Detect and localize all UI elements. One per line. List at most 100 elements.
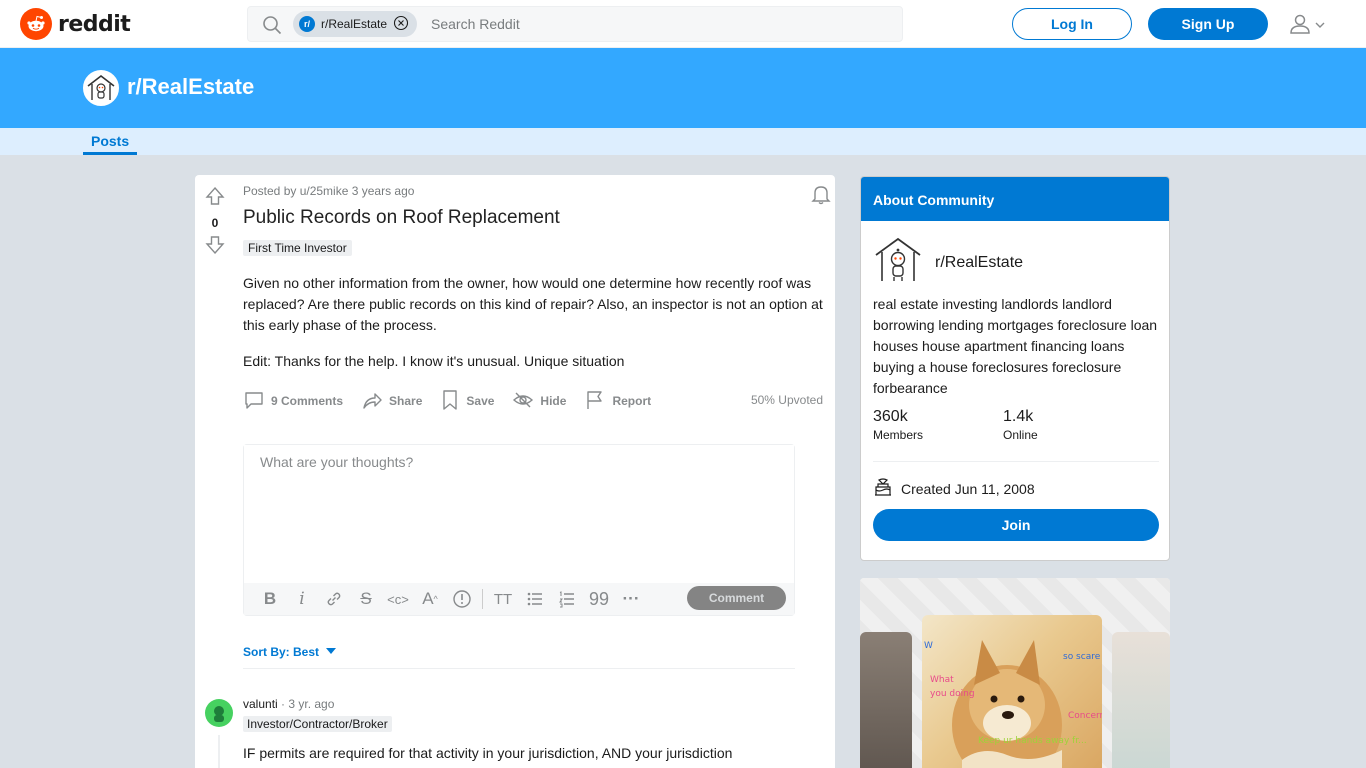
meme-caption: What (930, 675, 954, 685)
more-icon[interactable]: ··· (615, 585, 647, 613)
comment-icon (243, 389, 265, 414)
about-subreddit-name: r/RealEstate (935, 253, 1024, 271)
share-label: Share (389, 394, 423, 408)
vote-count: 0 (211, 216, 219, 230)
heading-icon[interactable]: TT (487, 585, 519, 613)
subreddit-nav: Posts (0, 128, 1366, 155)
members-label: Members (873, 428, 924, 442)
comments-button[interactable]: 9 Comments (243, 389, 343, 414)
search-input[interactable] (431, 7, 891, 41)
sort-divider (243, 668, 795, 669)
chevron-down-icon (1314, 18, 1326, 36)
subreddit-banner: r/RealEstate (0, 48, 1366, 128)
online-stat: 1.4k Online (1003, 408, 1038, 442)
post-flair[interactable]: First Time Investor (243, 240, 352, 256)
comment-author[interactable]: valunti (243, 697, 278, 711)
toolbar-divider (482, 589, 483, 609)
search-scope-label: r/RealEstate (321, 17, 388, 31)
reddit-snoo-icon (20, 8, 52, 40)
reddit-logo[interactable]: reddit (20, 8, 131, 40)
online-label: Online (1003, 428, 1038, 442)
about-community-title: About Community (861, 177, 1169, 221)
comment-submit-button[interactable]: Comment (687, 586, 786, 610)
report-label: Report (612, 394, 652, 408)
close-icon[interactable] (393, 15, 409, 34)
cake-icon (873, 477, 893, 500)
subreddit-title[interactable]: r/RealEstate (127, 74, 254, 100)
comment-input[interactable] (244, 445, 794, 583)
join-button[interactable]: Join (873, 509, 1159, 541)
save-button[interactable]: Save (440, 389, 494, 414)
login-button[interactable]: Log In (1012, 8, 1132, 40)
members-stat: 360k Members (873, 408, 923, 442)
meme-caption: Keep ur hands away fr... (978, 736, 1087, 746)
about-divider (873, 461, 1159, 462)
caret-down-icon (325, 645, 337, 659)
spoiler-icon[interactable] (446, 585, 478, 613)
meme-caption: so scare (1063, 652, 1101, 662)
meme-caption: W (924, 641, 933, 651)
bell-icon[interactable] (810, 183, 832, 210)
meme-caption: you doing (930, 689, 975, 699)
doge-meme-image: W so scare What you doing Concern Keep u… (922, 615, 1102, 768)
created-date: Created Jun 11, 2008 (873, 477, 1035, 500)
user-menu-dropdown[interactable] (1288, 12, 1326, 41)
sort-dropdown[interactable]: Sort By: Best (243, 645, 337, 659)
logo-text: reddit (58, 11, 131, 37)
search-bar[interactable]: r/ r/RealEstate (247, 6, 903, 42)
upvote-icon[interactable] (204, 186, 226, 211)
numbered-list-icon[interactable] (551, 585, 583, 613)
search-icon (262, 15, 282, 40)
subreddit-house-icon (83, 70, 119, 106)
promo-image-left (860, 632, 912, 768)
share-icon (361, 389, 383, 414)
online-count: 1.4k (1003, 408, 1034, 425)
avatar[interactable] (205, 699, 233, 727)
about-community-card: About Community r/RealEstate real estate… (860, 176, 1170, 561)
report-button[interactable]: Report (584, 389, 651, 414)
post-body-paragraph: Given no other information from the owne… (243, 275, 823, 333)
members-count: 360k (873, 408, 908, 425)
promo-carousel[interactable]: W so scare What you doing Concern Keep u… (860, 578, 1170, 768)
hide-label: Hide (540, 394, 567, 408)
comment-text: IF permits are required for that activit… (243, 745, 733, 761)
share-button[interactable]: Share (361, 389, 422, 414)
comment-time[interactable]: 3 yr. ago (288, 697, 334, 711)
bold-icon[interactable]: B (254, 585, 286, 613)
link-icon[interactable] (318, 585, 350, 613)
strikethrough-icon[interactable]: S (350, 585, 382, 613)
comment-author-line: valunti · 3 yr. ago (243, 697, 335, 711)
subreddit-house-icon (873, 235, 923, 290)
post-actions: 9 Comments Share Save Hide Report 50% Up… (243, 389, 823, 413)
flag-icon (584, 389, 606, 414)
comment-flair: Investor/Contractor/Broker (243, 716, 392, 732)
about-subreddit[interactable]: r/RealEstate (873, 235, 1023, 290)
post-body: Given no other information from the owne… (243, 273, 823, 387)
eye-slash-icon (512, 389, 534, 414)
hide-button[interactable]: Hide (512, 389, 566, 414)
upvote-ratio: 50% Upvoted (750, 393, 823, 407)
community-description: real estate investing landlords landlord… (873, 296, 1158, 396)
quote-icon[interactable]: 99 (583, 585, 615, 613)
signup-button[interactable]: Sign Up (1148, 8, 1268, 40)
tab-posts[interactable]: Posts (83, 128, 138, 155)
save-label: Save (466, 394, 495, 408)
post-meta: Posted by u/25mike 3 years ago (243, 184, 415, 198)
downvote-icon[interactable] (204, 236, 226, 260)
search-scope-chip[interactable]: r/ r/RealEstate (293, 11, 418, 37)
created-text: Created Jun 11, 2008 (901, 480, 1035, 497)
superscript-icon[interactable]: A ^ (414, 585, 446, 613)
post-title: Public Records on Roof Replacement (243, 207, 560, 228)
top-header: reddit r/ r/RealEstate Log In Sign Up (0, 0, 1366, 48)
italic-icon[interactable]: i (286, 585, 318, 613)
promo-image-right (1112, 632, 1170, 768)
bulleted-list-icon[interactable] (519, 585, 551, 613)
code-icon[interactable]: <c> (382, 585, 414, 613)
post-body-paragraph: Edit: Thanks for the help. I know it's u… (243, 353, 625, 369)
bookmark-icon (440, 389, 460, 414)
meme-caption: Concern (1068, 711, 1102, 721)
post-card: 0 Posted by u/25mike 3 years ago Public … (195, 175, 835, 768)
comment-editor: B i S <c> A^ TT 99 ··· Comment (243, 444, 795, 616)
thread-line[interactable] (218, 735, 220, 768)
user-icon (1288, 12, 1312, 41)
